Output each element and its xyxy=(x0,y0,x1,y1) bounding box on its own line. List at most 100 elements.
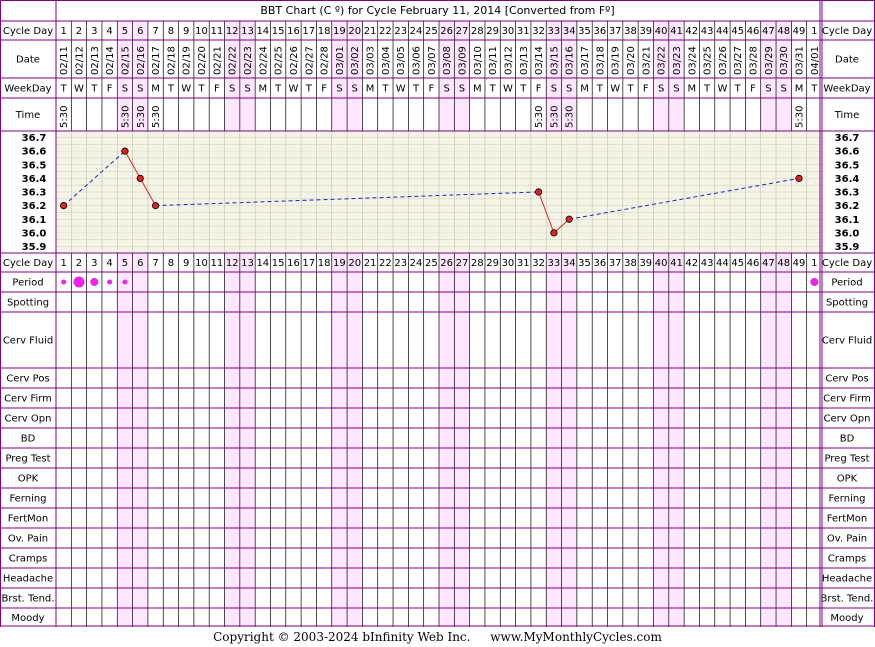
weekday-label: W xyxy=(181,84,191,95)
weekday-label: T xyxy=(626,84,634,95)
cycle-day-label-bottom: 21 xyxy=(364,258,377,269)
weekday-label: F xyxy=(750,84,756,95)
y-tick-label-right: 36.0 xyxy=(835,228,860,239)
weekday-label: F xyxy=(214,84,220,95)
cycle-day-label: 40 xyxy=(655,26,668,37)
time-label: 5:30 xyxy=(565,106,576,128)
weekday-label: S xyxy=(658,84,664,95)
cycle-day-label-bottom: 37 xyxy=(609,258,622,269)
cycle-day-label-bottom: 18 xyxy=(318,258,331,269)
weekday-label: F xyxy=(107,84,113,95)
weekend-column-body xyxy=(454,253,470,627)
row-label-cerv-firm: Cerv Firm xyxy=(4,394,52,405)
cycle-day-label-bottom: 14 xyxy=(256,258,269,269)
row-label-right-cramps: Cramps xyxy=(828,554,867,565)
period-dot xyxy=(810,278,819,286)
cycle-day-label: 24 xyxy=(410,26,423,37)
date-label: 02/22 xyxy=(228,46,239,75)
row-label-preg-test: Preg Test xyxy=(5,454,50,465)
row-label-right-cycle2: Cycle Day xyxy=(822,258,872,269)
cycle-day-label-bottom: 6 xyxy=(137,258,143,269)
weekday-label: S xyxy=(137,84,143,95)
cycle-day-label: 5 xyxy=(122,26,128,37)
date-label: 03/11 xyxy=(488,46,499,75)
cycle-day-label: 25 xyxy=(425,26,438,37)
cycle-day-label: 6 xyxy=(137,26,143,37)
weekday-label: F xyxy=(536,84,542,95)
date-label: 03/03 xyxy=(366,46,377,75)
cycle-day-label: 20 xyxy=(348,26,361,37)
date-label: 02/19 xyxy=(182,46,193,75)
weekend-column-header xyxy=(760,21,777,131)
date-label: 03/12 xyxy=(503,46,514,75)
weekday-label: S xyxy=(443,84,449,95)
weekend-column-header xyxy=(239,21,256,131)
site-link[interactable]: www.MyMonthlyCycles.com xyxy=(490,630,662,644)
date-label: 02/20 xyxy=(197,46,208,75)
weekday-label: T xyxy=(810,84,818,95)
cycle-day-label-bottom: 45 xyxy=(731,258,744,269)
row-label-right-opk: OPK xyxy=(837,474,858,485)
cycle-day-label-bottom: 16 xyxy=(287,258,300,269)
row-label-bd: BD xyxy=(21,434,36,445)
row-label-period: Period xyxy=(12,278,43,289)
date-label: 02/13 xyxy=(90,46,101,75)
weekday-label: T xyxy=(305,84,313,95)
weekday-label: T xyxy=(197,84,205,95)
weekday-label: M xyxy=(795,84,804,95)
date-label: 03/07 xyxy=(427,46,438,75)
date-label: 03/31 xyxy=(795,46,806,75)
row-label-cerv-opn: Cerv Opn xyxy=(5,414,52,425)
weekend-column-body xyxy=(347,253,363,627)
cycle-day-label-bottom: 2 xyxy=(76,258,82,269)
time-label: 5:30 xyxy=(151,106,162,128)
cycle-day-label-bottom: 11 xyxy=(210,258,223,269)
weekend-column-body xyxy=(776,253,792,627)
weekday-label: T xyxy=(519,84,527,95)
cycle-day-label-bottom: 22 xyxy=(379,258,392,269)
y-tick-label: 36.3 xyxy=(22,188,47,199)
row-label-cycle1: Cycle Day xyxy=(3,26,53,37)
y-tick-label: 36.4 xyxy=(22,174,47,185)
date-label: 03/13 xyxy=(519,46,530,75)
cycle-day-label-bottom: 44 xyxy=(716,258,729,269)
y-tick-label: 36.1 xyxy=(22,215,47,226)
weekday-label: M xyxy=(151,84,160,95)
weekend-column-body xyxy=(224,253,240,627)
cycle-day-label-bottom: 23 xyxy=(394,258,407,269)
weekend-column-body xyxy=(331,253,348,627)
date-label: 03/05 xyxy=(396,46,407,75)
date-label: 03/19 xyxy=(611,46,622,75)
weekday-label: M xyxy=(580,84,589,95)
cycle-day-label: 39 xyxy=(639,26,652,37)
date-label: 03/23 xyxy=(672,46,683,75)
weekend-column-header xyxy=(454,21,470,131)
weekday-label: W xyxy=(74,84,84,95)
date-label: 03/06 xyxy=(412,46,423,75)
cycle-day-label-bottom: 33 xyxy=(548,258,561,269)
y-tick-label-right: 36.6 xyxy=(835,147,860,158)
cycle-day-label: 12 xyxy=(226,26,239,37)
row-label-right-spotting: Spotting xyxy=(826,298,868,309)
cycle-day-label-bottom: 9 xyxy=(183,258,189,269)
weekday-label: T xyxy=(60,84,68,95)
row-label-right-weekday: WeekDay xyxy=(823,84,870,95)
cycle-day-label: 43 xyxy=(701,26,714,37)
date-label: 03/24 xyxy=(687,46,698,75)
weekend-column-header xyxy=(653,21,669,131)
cycle-day-label-bottom: 27 xyxy=(456,258,469,269)
cycle-day-label: 3 xyxy=(91,26,97,37)
weekday-label: T xyxy=(90,84,98,95)
cycle-day-label-bottom: 15 xyxy=(272,258,285,269)
cycle-day-label: 21 xyxy=(364,26,377,37)
weekday-label: T xyxy=(167,84,175,95)
cycle-day-label-bottom: 41 xyxy=(670,258,683,269)
date-label: 02/16 xyxy=(136,46,147,75)
cycle-day-label-bottom: 43 xyxy=(701,258,714,269)
copyright-text: Copyright © 2003-2024 bInfinity Web Inc. xyxy=(213,630,471,644)
date-label: 03/02 xyxy=(350,46,361,75)
date-label: 03/10 xyxy=(473,46,484,75)
weekday-label: W xyxy=(289,84,299,95)
cycle-day-label: 33 xyxy=(548,26,561,37)
weekend-column-body xyxy=(653,253,669,627)
